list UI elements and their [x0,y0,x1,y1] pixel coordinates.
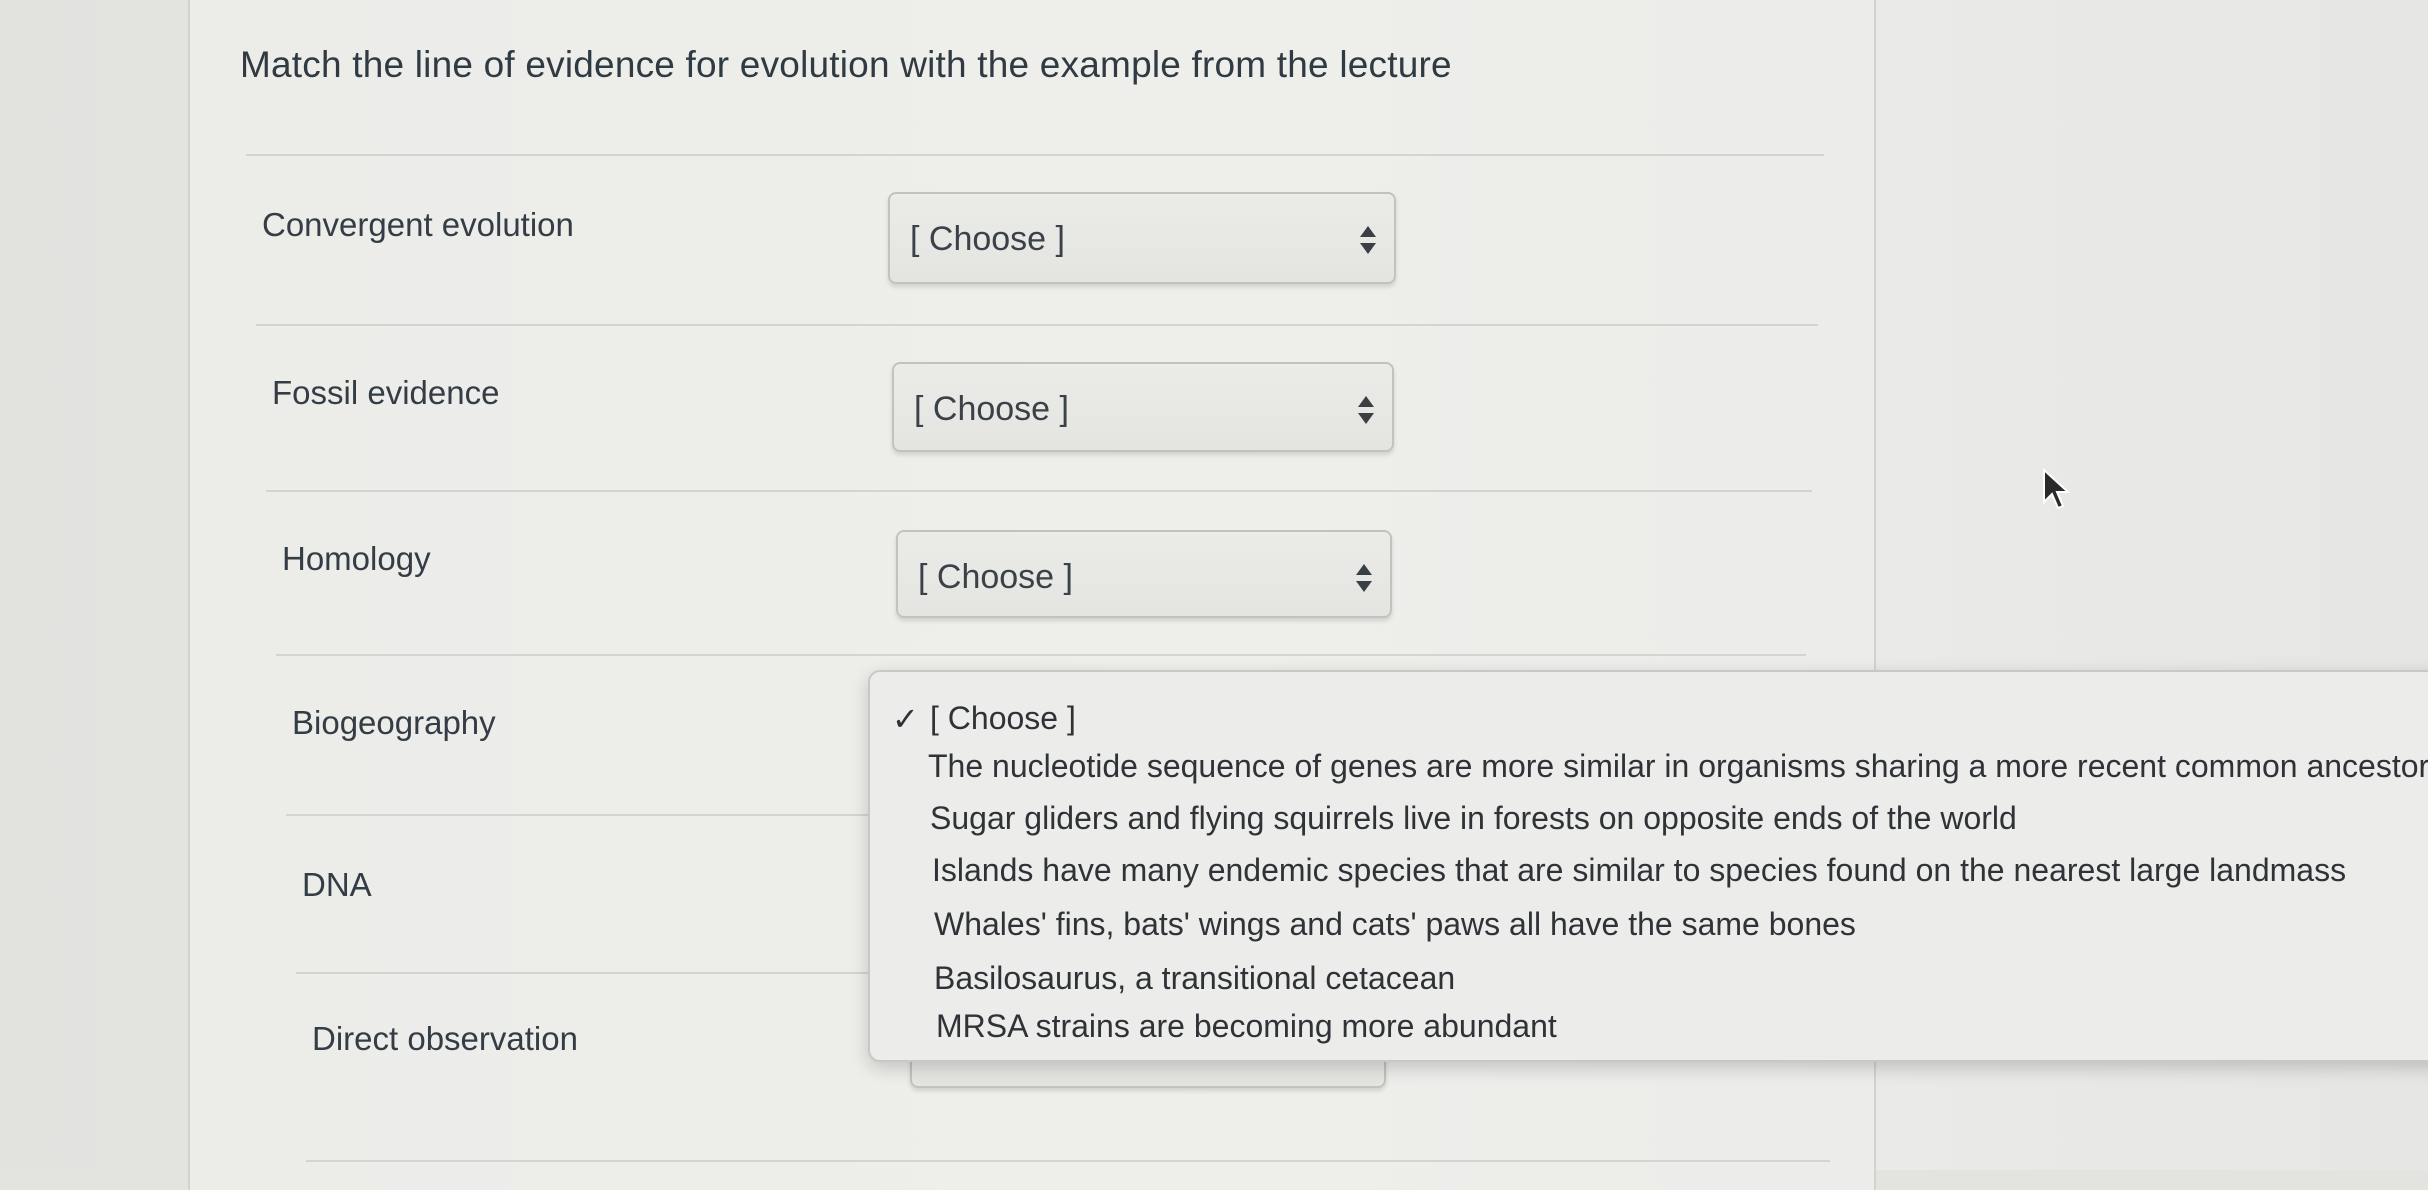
answer-select-fossil-evidence[interactable]: [ Choose ] [892,362,1394,452]
option-mrsa[interactable]: MRSA strains are becoming more abundant [936,1008,1557,1045]
updown-arrows-icon [1356,564,1372,592]
page-background: Match the line of evidence for evolution… [0,0,2428,1190]
row-label-dna: DNA [302,866,372,903]
option-sugar-gliders[interactable]: Sugar gliders and flying squirrels live … [930,800,2017,837]
row-divider [256,324,1818,326]
row-divider [276,654,1806,656]
option-basilosaurus[interactable]: Basilosaurus, a transitional cetacean [934,960,1455,997]
select-value: [ Choose ] [918,558,1073,596]
select-value: [ Choose ] [910,220,1065,258]
mouse-pointer-icon [2043,468,2071,510]
answer-select-homology[interactable]: [ Choose ] [896,530,1392,618]
question-text: Match the line of evidence for evolution… [240,44,1452,85]
row-label-convergent-evolution: Convergent evolution [262,206,574,243]
dropdown-options-list[interactable]: ✓ [ Choose ] The nucleotide sequence of … [868,670,2428,1062]
header-divider [246,154,1824,156]
answer-select-convergent-evolution[interactable]: [ Choose ] [888,192,1396,284]
option-choose[interactable]: [ Choose ] [930,700,1076,737]
row-divider [286,814,886,816]
option-dna-sequence[interactable]: The nucleotide sequence of genes are mor… [928,748,2428,785]
row-label-direct-observation: Direct observation [312,1020,578,1057]
row-label-fossil-evidence: Fossil evidence [272,374,500,411]
option-whales-fins[interactable]: Whales' fins, bats' wings and cats' paws… [934,906,1856,943]
checkmark-icon: ✓ [892,701,919,737]
updown-arrows-icon [1358,396,1374,424]
updown-arrows-icon [1360,226,1376,254]
select-value: [ Choose ] [914,390,1069,428]
row-divider [296,972,886,974]
row-label-homology: Homology [282,540,431,577]
option-islands-endemic[interactable]: Islands have many endemic species that a… [932,852,2346,889]
row-divider [266,490,1812,492]
row-label-biogeography: Biogeography [292,704,496,741]
card-bottom-edge [306,1160,1830,1162]
